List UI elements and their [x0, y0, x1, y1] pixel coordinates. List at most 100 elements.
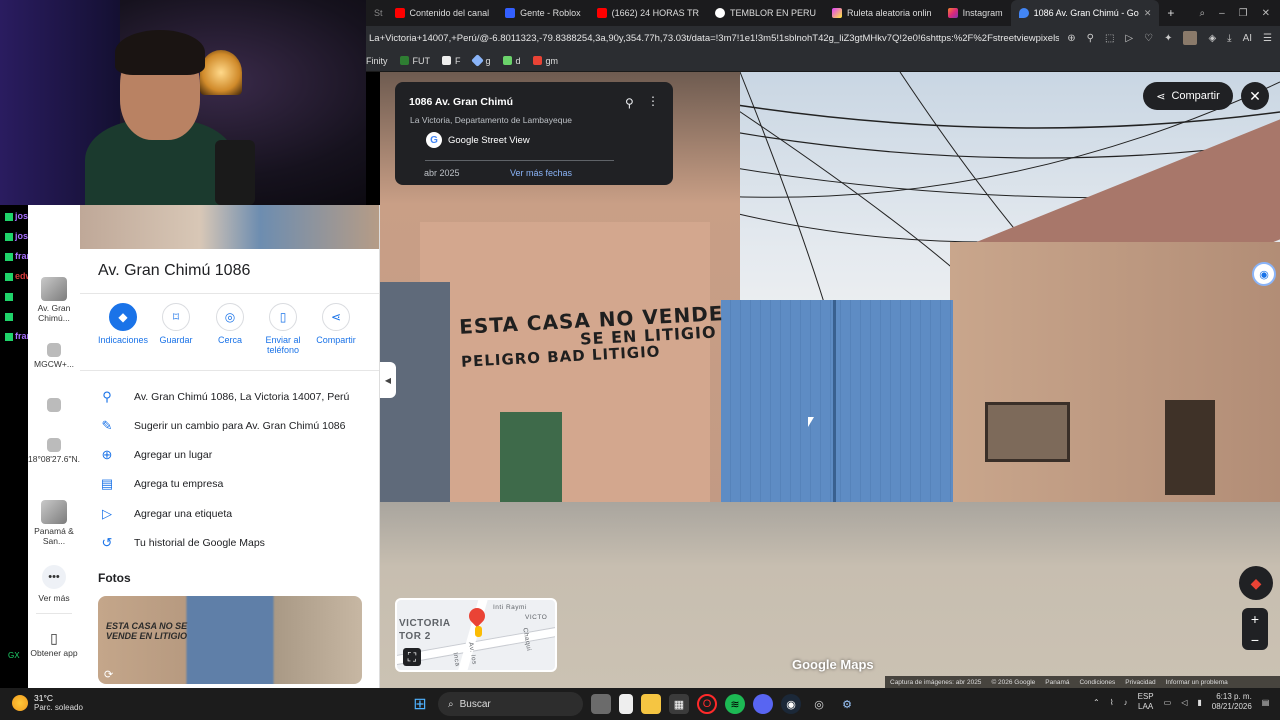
- play-icon[interactable]: ▷: [1125, 33, 1133, 44]
- bookmark[interactable]: F: [442, 56, 461, 66]
- place-photo[interactable]: ESTA CASA NO SE VENDE EN LITIGIO ⟳: [98, 596, 362, 684]
- more-options-icon[interactable]: ⋮: [647, 94, 659, 108]
- network-off-icon[interactable]: ⌇: [1110, 698, 1114, 707]
- send-to-phone-button[interactable]: ▯ Enviar al teléfono: [254, 303, 312, 355]
- close-window-icon[interactable]: ✕: [1262, 8, 1270, 19]
- file-explorer-icon[interactable]: [641, 694, 661, 714]
- expand-icon[interactable]: ⛶: [403, 648, 421, 666]
- notifications-icon[interactable]: ▤: [1262, 698, 1270, 707]
- layers-icon[interactable]: ◉: [1252, 262, 1276, 286]
- mic-icon[interactable]: ♪: [1124, 698, 1128, 707]
- screenshot-icon[interactable]: ⬚: [1105, 33, 1114, 44]
- more-label: Ver más: [38, 593, 70, 603]
- row-text: Sugerir un cambio para Av. Gran Chimú 10…: [134, 419, 346, 432]
- bookmark[interactable]: g: [470, 54, 491, 67]
- tab[interactable]: Contenido del canal: [387, 0, 498, 26]
- recent-place[interactable]: Av. Gran Chimú...: [28, 277, 80, 324]
- add-place-row[interactable]: ⊕ Agregar un lugar: [80, 440, 379, 469]
- chat-badge-icon: [5, 272, 13, 281]
- discord-icon[interactable]: [753, 694, 773, 714]
- chat-badge-icon: [5, 232, 13, 241]
- weather-widget[interactable]: 31°C Parc. soleado: [12, 693, 83, 712]
- more-dates-link[interactable]: Ver más fechas: [510, 168, 572, 178]
- location-pin-icon[interactable]: ⚲: [625, 96, 634, 110]
- minimap[interactable]: VICTORIA TOR 2 Inti Raymi VICTO Chaqui A…: [395, 598, 557, 672]
- street-view[interactable]: ESTA CASA NO VENDE SE EN LITIGIO PELIGRO…: [380, 72, 1280, 688]
- cube-icon[interactable]: ◈: [1208, 33, 1216, 44]
- get-app-button[interactable]: ▯ Obtener app: [28, 630, 80, 659]
- avatar[interactable]: [1183, 31, 1198, 45]
- place-header-photo[interactable]: [80, 205, 379, 249]
- footer-terms-link[interactable]: Condiciones: [1079, 679, 1115, 686]
- tab[interactable]: Gente - Roblox: [497, 0, 589, 26]
- maximize-icon[interactable]: ❐: [1239, 8, 1248, 19]
- tab[interactable]: St: [366, 0, 387, 26]
- taskbar-search[interactable]: ⌕ Buscar: [438, 692, 583, 716]
- add-label-row[interactable]: ▷ Agregar una etiqueta: [80, 499, 379, 528]
- search-tabs-icon[interactable]: ⌕: [1199, 8, 1205, 19]
- footer-report-link[interactable]: Informar un problema: [1166, 679, 1228, 686]
- history-row[interactable]: ↺ Tu historial de Google Maps: [80, 528, 379, 557]
- clock[interactable]: 6:13 p. m. 08/21/2026: [1212, 692, 1252, 713]
- footer-capture-date: Captura de imágenes: abr 2025: [890, 678, 982, 686]
- close-icon[interactable]: ✕: [1241, 82, 1269, 110]
- bookmark[interactable]: Finity: [366, 56, 388, 66]
- bookmark[interactable]: d: [502, 56, 521, 66]
- new-tab-button[interactable]: +: [1159, 0, 1182, 26]
- footer-country[interactable]: Panamá: [1045, 679, 1069, 686]
- nearby-button[interactable]: ◎ Cerca: [201, 303, 259, 345]
- tab[interactable]: (1662) 24 HORAS TR: [589, 0, 707, 26]
- zoom-in-button[interactable]: +: [1251, 611, 1259, 627]
- windows-taskbar: 31°C Parc. soleado ⊞ ⌕ Buscar ▦ O ≋ ◉ ◎ ⚙…: [0, 688, 1280, 720]
- share-button[interactable]: ⋖ Compartir: [307, 303, 365, 345]
- tab[interactable]: TEMBLOR EN PERU: [707, 0, 824, 26]
- store-icon[interactable]: ▦: [669, 694, 689, 714]
- suggest-edit-row[interactable]: ✎ Sugerir un cambio para Av. Gran Chimú 1…: [80, 411, 379, 440]
- zoom-icon[interactable]: ⊕: [1067, 33, 1075, 44]
- task-view-icon[interactable]: [591, 694, 611, 714]
- bookmark[interactable]: FUT: [399, 56, 430, 66]
- steam-icon[interactable]: ◉: [781, 694, 801, 714]
- bookmark[interactable]: gm: [532, 56, 558, 66]
- chevron-up-icon[interactable]: ⌃: [1093, 698, 1100, 707]
- spotify-icon[interactable]: ≋: [725, 694, 745, 714]
- more-button[interactable]: ••• Ver más: [28, 565, 80, 604]
- rail-divider: [36, 613, 72, 614]
- heart-icon[interactable]: ♡: [1144, 33, 1153, 44]
- opera-gx-icon[interactable]: O: [697, 694, 717, 714]
- collapse-panel-button[interactable]: ◀: [380, 362, 396, 398]
- language-indicator[interactable]: ESP LAA: [1138, 692, 1154, 713]
- save-button[interactable]: ⌑ Guardar: [147, 303, 205, 345]
- add-business-row[interactable]: ▤ Agrega tu empresa: [80, 469, 379, 498]
- windows-start-icon[interactable]: ⊞: [410, 694, 430, 714]
- footer-privacy-link[interactable]: Privacidad: [1125, 679, 1155, 686]
- pin-icon[interactable]: ⚲: [1087, 33, 1094, 44]
- recent-place[interactable]: Panamá & San...: [28, 500, 80, 547]
- battery-icon[interactable]: ▮: [1197, 698, 1201, 707]
- ai-button[interactable]: AI: [1243, 33, 1252, 44]
- close-tab-icon[interactable]: ✕: [1144, 8, 1152, 19]
- photos-heading: Fotos: [98, 571, 131, 585]
- tab-label: TEMBLOR EN PERU: [729, 8, 816, 18]
- recent-place[interactable]: MGCW+...: [28, 343, 80, 370]
- file-icon[interactable]: [619, 694, 633, 714]
- download-icon[interactable]: ⤓: [1227, 33, 1231, 44]
- recent-place[interactable]: [28, 398, 80, 415]
- extensions-icon[interactable]: ✦: [1164, 33, 1172, 44]
- tab[interactable]: Ruleta aleatoria onlin: [824, 0, 940, 26]
- settings-gear-icon[interactable]: ⚙: [837, 694, 857, 714]
- address-row[interactable]: ⚲ Av. Gran Chimú 1086, La Victoria 14007,…: [80, 382, 379, 411]
- monitor-icon[interactable]: ▭: [1164, 698, 1172, 707]
- url-field[interactable]: La+Victoria+14007,+Perú/@-6.8011323,-79.…: [366, 33, 1059, 44]
- tab[interactable]: Instagram: [940, 0, 1011, 26]
- tab-active[interactable]: 1086 Av. Gran Chimú - Go ✕: [1010, 0, 1160, 26]
- menu-icon[interactable]: ☰: [1263, 33, 1272, 44]
- recent-place[interactable]: 18°08'27.6"N...: [28, 438, 85, 465]
- minimize-icon[interactable]: –: [1219, 8, 1225, 19]
- volume-icon[interactable]: ◁: [1181, 698, 1187, 707]
- directions-button[interactable]: ◆ Indicaciones: [94, 303, 152, 345]
- share-button[interactable]: ⋖ Compartir: [1143, 82, 1233, 110]
- zoom-out-button[interactable]: −: [1251, 632, 1259, 648]
- obs-icon[interactable]: ◎: [809, 694, 829, 714]
- compass-icon[interactable]: ◆: [1239, 566, 1273, 600]
